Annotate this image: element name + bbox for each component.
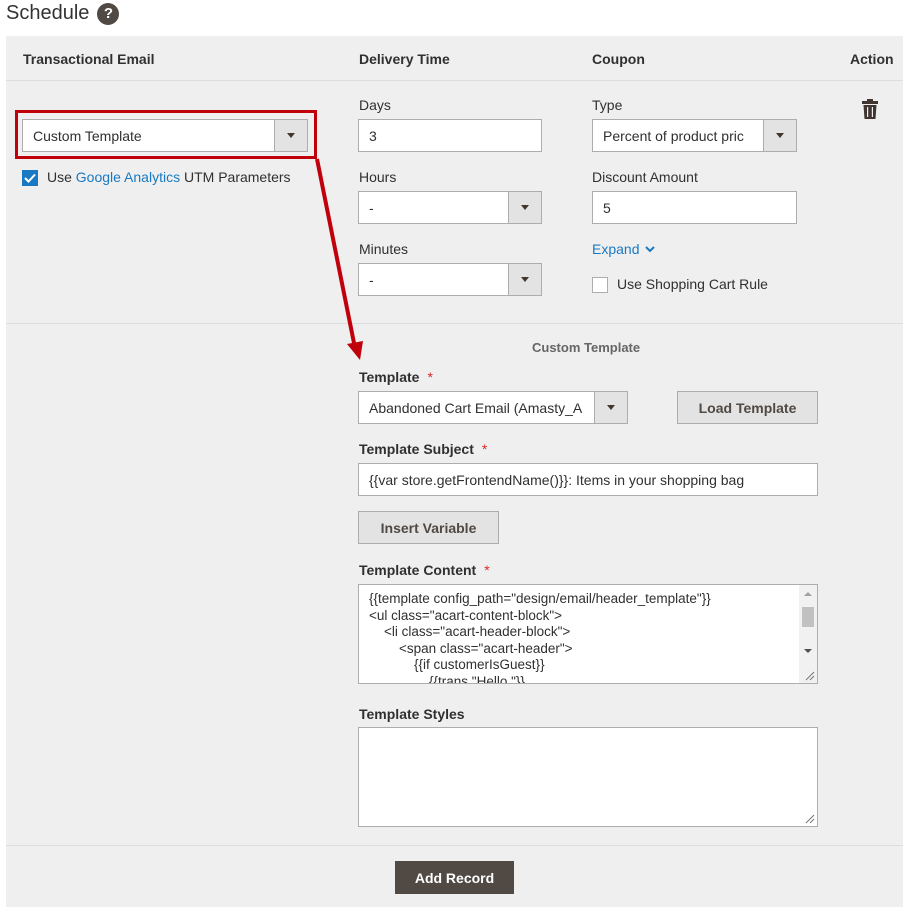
annotation-arrow xyxy=(315,158,363,360)
